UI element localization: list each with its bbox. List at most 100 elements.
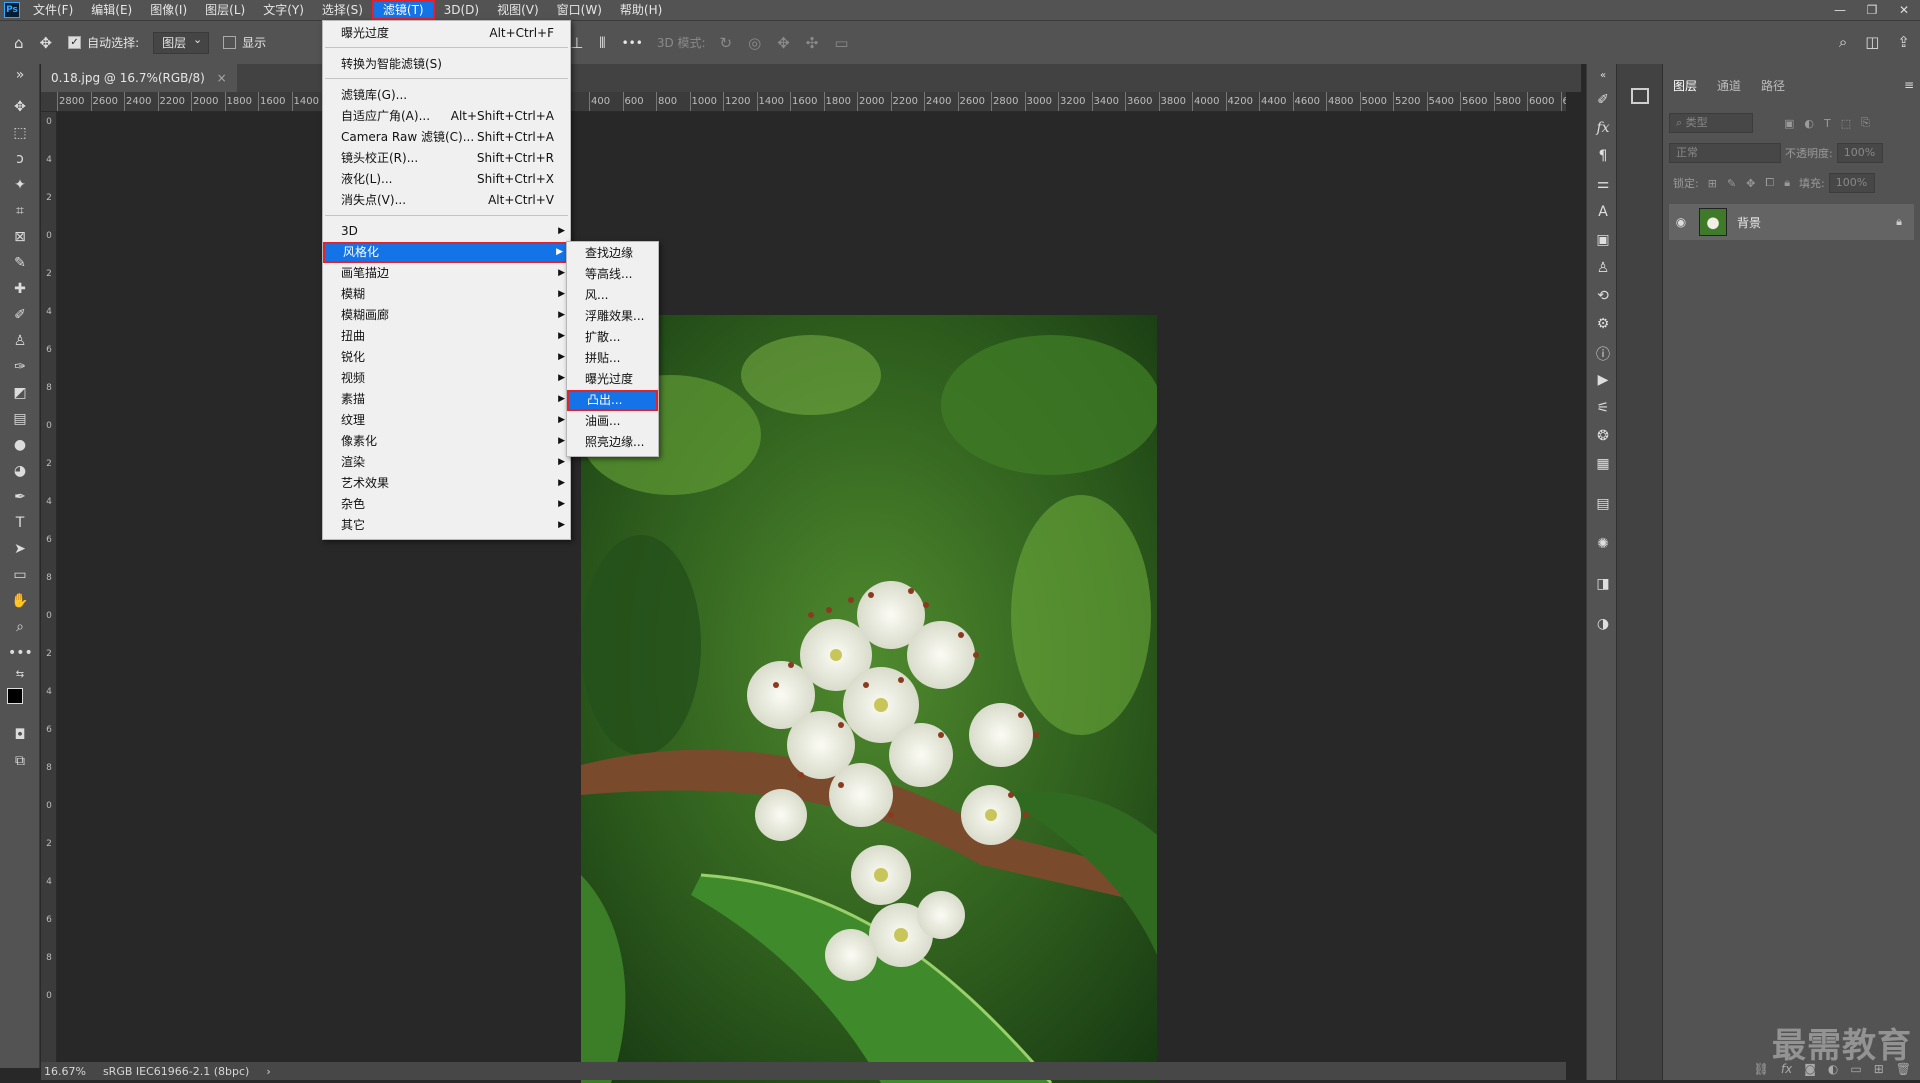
paths-icon[interactable]: ⚟	[1593, 400, 1613, 416]
minimize-button[interactable]: —	[1824, 0, 1856, 20]
lock-position-icon[interactable]: ✥	[1746, 177, 1755, 190]
menu-item-wind[interactable]: 风...	[567, 285, 658, 306]
collapsed-panel-icon[interactable]	[1631, 88, 1649, 104]
zoom-level[interactable]: 16.67%	[44, 1065, 86, 1078]
collapse-panels-icon[interactable]: «	[1593, 70, 1613, 81]
submenu-sharpen[interactable]: 锐化 ▶	[323, 347, 570, 368]
menu-edit[interactable]: 编辑(E)	[82, 0, 141, 20]
path-selection-tool-icon[interactable]: ➤	[8, 538, 32, 560]
eraser-tool-icon[interactable]: ◩	[8, 382, 32, 404]
restore-button[interactable]: ❐	[1856, 0, 1888, 20]
close-tab-icon[interactable]: ×	[217, 71, 227, 85]
filter-adjustment-icon[interactable]: ◐	[1804, 117, 1814, 130]
blur-tool-icon[interactable]: ●	[8, 434, 32, 456]
menu-item-vanishing-point[interactable]: 消失点(V)... Alt+Ctrl+V	[323, 190, 570, 211]
menu-image[interactable]: 图像(I)	[141, 0, 196, 20]
menu-3d[interactable]: 3D(D)	[435, 0, 488, 20]
crop-tool-icon[interactable]: ⌗	[8, 200, 32, 222]
eyedropper-tool-icon[interactable]: ✎	[8, 252, 32, 274]
menu-help[interactable]: 帮助(H)	[611, 0, 671, 20]
history-icon[interactable]: ⟲	[1593, 288, 1613, 304]
filter-smart-icon[interactable]: ⎘	[1861, 116, 1870, 130]
share-icon[interactable]: ⇪	[1897, 33, 1910, 51]
submenu-distort[interactable]: 扭曲 ▶	[323, 326, 570, 347]
lock-all-icon[interactable]: 🔒︎	[1784, 176, 1790, 190]
link-layers-icon[interactable]: ⛓	[1754, 1062, 1769, 1076]
gradient-tool-icon[interactable]: ▤	[8, 408, 32, 430]
menu-item-find-edges[interactable]: 查找边缘	[567, 243, 658, 264]
zoom-tool-icon[interactable]: ⌕	[8, 616, 32, 638]
submenu-artistic[interactable]: 艺术效果 ▶	[323, 473, 570, 494]
filter-shape-icon[interactable]: ⬚	[1841, 117, 1851, 130]
notes-icon[interactable]: ▤	[1593, 496, 1613, 512]
brush-tool-icon[interactable]: ✐	[8, 304, 32, 326]
lasso-tool-icon[interactable]: ↄ	[8, 148, 32, 170]
menu-view[interactable]: 视图(V)	[488, 0, 548, 20]
menu-window[interactable]: 窗口(W)	[548, 0, 611, 20]
brush-settings-icon[interactable]: ✐	[1593, 92, 1613, 108]
menu-item-last-filter[interactable]: 曝光过度 Alt+Ctrl+F	[323, 23, 570, 44]
3d-panel-icon[interactable]: ❂	[1593, 428, 1613, 444]
rectangle-tool-icon[interactable]: ▭	[8, 564, 32, 586]
history-brush-tool-icon[interactable]: ✑	[8, 356, 32, 378]
3d-roll-icon[interactable]: ◎	[748, 34, 761, 52]
menu-item-emboss[interactable]: 浮雕效果...	[567, 306, 658, 327]
search-icon[interactable]: ⌕	[1839, 33, 1847, 51]
filter-type-icon[interactable]: T	[1824, 117, 1831, 130]
info-icon[interactable]: ⓘ	[1593, 344, 1613, 364]
submenu-texture[interactable]: 纹理 ▶	[323, 410, 570, 431]
menu-item-oil-paint[interactable]: 油画...	[567, 411, 658, 432]
layer-name[interactable]: 背景	[1737, 214, 1896, 231]
menu-filter[interactable]: 滤镜(T)	[371, 0, 435, 20]
marquee-tool-icon[interactable]: ⬚	[8, 122, 32, 144]
submenu-noise[interactable]: 杂色 ▶	[323, 494, 570, 515]
color-icon[interactable]: ◑	[1593, 616, 1613, 632]
submenu-blur-gallery[interactable]: 模糊画廊 ▶	[323, 305, 570, 326]
3d-orbit-icon[interactable]: ↻	[720, 34, 733, 52]
submenu-stylize[interactable]: 风格化 ▶	[323, 242, 570, 263]
opacity-input[interactable]: 100%	[1836, 143, 1883, 163]
layer-row[interactable]: ◉ 背景 🔒︎	[1669, 204, 1914, 240]
move-tool-icon[interactable]: ✥	[40, 34, 53, 52]
auto-select-target-dropdown[interactable]: 图层	[153, 30, 210, 54]
move-tool-icon[interactable]: ✥	[8, 96, 32, 118]
lock-transparent-icon[interactable]: ⊞	[1708, 177, 1717, 190]
tab-layers[interactable]: 图层	[1663, 74, 1707, 98]
document-tab[interactable]: 0.18.jpg @ 16.7%(RGB/8) ×	[41, 64, 237, 92]
menu-item-adaptive-wide-angle[interactable]: 自适应广角(A)... Alt+Shift+Ctrl+A	[323, 106, 570, 127]
adjustments-icon[interactable]: ⚌	[1593, 176, 1613, 192]
submenu-pixelate[interactable]: 像素化 ▶	[323, 431, 570, 452]
menu-item-glowing-edges[interactable]: 照亮边缘...	[567, 432, 658, 453]
layer-lock-icon[interactable]: 🔒︎	[1896, 215, 1902, 229]
panel-menu-icon[interactable]: ≡	[1904, 78, 1914, 92]
healing-brush-tool-icon[interactable]: ✚	[8, 278, 32, 300]
submenu-other[interactable]: 其它 ▶	[323, 515, 570, 536]
auto-select-checkbox[interactable]: ✓	[68, 36, 82, 49]
dodge-tool-icon[interactable]: ◕	[8, 460, 32, 482]
menu-item-camera-raw[interactable]: Camera Raw 滤镜(C)... Shift+Ctrl+A	[323, 127, 570, 148]
blend-mode-dropdown[interactable]: 正常	[1669, 143, 1781, 163]
type-tool-icon[interactable]: T	[8, 512, 32, 534]
distribute-icon[interactable]: ⫴	[599, 34, 605, 52]
lock-image-icon[interactable]: ✎	[1727, 177, 1736, 190]
submenu-blur[interactable]: 模糊 ▶	[323, 284, 570, 305]
tool-presets-icon[interactable]: ⚙	[1593, 316, 1613, 332]
navigator-icon[interactable]: ◨	[1593, 576, 1613, 592]
canvas-area[interactable]	[57, 112, 1566, 1083]
align-bottom-icon[interactable]: ⊥	[570, 34, 583, 52]
menu-item-lens-correction[interactable]: 镜头校正(R)... Shift+Ctrl+R	[323, 148, 570, 169]
clone-stamp-tool-icon[interactable]: ♙	[8, 330, 32, 352]
collapse-toolbar-icon[interactable]: »	[8, 64, 32, 86]
edit-toolbar-icon[interactable]: •••	[8, 642, 33, 664]
quick-mask-icon[interactable]: ◘	[8, 724, 32, 746]
status-more-icon[interactable]: ›	[266, 1065, 270, 1078]
3d-pan-icon[interactable]: ✥	[777, 34, 790, 52]
menu-file[interactable]: 文件(F)	[24, 0, 82, 20]
menu-select[interactable]: 选择(S)	[313, 0, 372, 20]
tab-paths[interactable]: 路径	[1751, 74, 1795, 98]
menu-item-convert-smart-filter[interactable]: 转换为智能滤镜(S)	[323, 54, 570, 75]
tab-channels[interactable]: 通道	[1707, 74, 1751, 98]
foreground-color-swatch[interactable]	[7, 688, 23, 704]
more-options-button[interactable]: •••	[622, 36, 643, 50]
show-transform-checkbox[interactable]	[223, 36, 237, 49]
